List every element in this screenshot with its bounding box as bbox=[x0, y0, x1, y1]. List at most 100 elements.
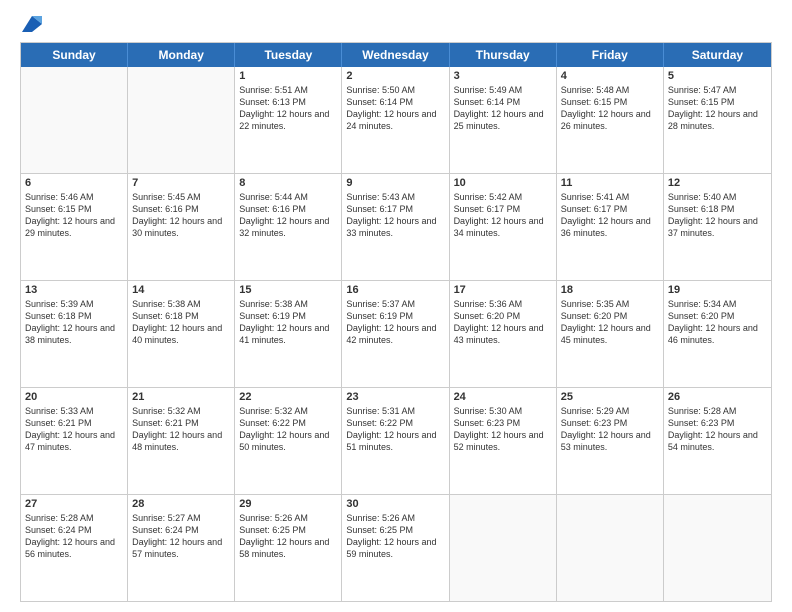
calendar: SundayMondayTuesdayWednesdayThursdayFrid… bbox=[20, 42, 772, 602]
day-number: 19 bbox=[668, 284, 767, 296]
calendar-header: SundayMondayTuesdayWednesdayThursdayFrid… bbox=[21, 43, 771, 67]
day-info: Sunrise: 5:34 AM Sunset: 6:20 PM Dayligh… bbox=[668, 298, 767, 347]
day-number: 13 bbox=[25, 284, 123, 296]
day-info: Sunrise: 5:31 AM Sunset: 6:22 PM Dayligh… bbox=[346, 405, 444, 454]
day-info: Sunrise: 5:33 AM Sunset: 6:21 PM Dayligh… bbox=[25, 405, 123, 454]
week-row-5: 27 Sunrise: 5:28 AM Sunset: 6:24 PM Dayli… bbox=[21, 494, 771, 601]
day-number: 2 bbox=[346, 70, 444, 82]
week-row-4: 20 Sunrise: 5:33 AM Sunset: 6:21 PM Dayli… bbox=[21, 387, 771, 494]
day-header-sunday: Sunday bbox=[21, 43, 128, 67]
day-info: Sunrise: 5:35 AM Sunset: 6:20 PM Dayligh… bbox=[561, 298, 659, 347]
day-number: 24 bbox=[454, 391, 552, 403]
day-cell-19: 19 Sunrise: 5:34 AM Sunset: 6:20 PM Dayli… bbox=[664, 281, 771, 387]
empty-cell bbox=[450, 495, 557, 601]
day-info: Sunrise: 5:46 AM Sunset: 6:15 PM Dayligh… bbox=[25, 191, 123, 240]
day-cell-16: 16 Sunrise: 5:37 AM Sunset: 6:19 PM Dayli… bbox=[342, 281, 449, 387]
day-cell-21: 21 Sunrise: 5:32 AM Sunset: 6:21 PM Dayli… bbox=[128, 388, 235, 494]
day-cell-2: 2 Sunrise: 5:50 AM Sunset: 6:14 PM Daylig… bbox=[342, 67, 449, 173]
day-header-saturday: Saturday bbox=[664, 43, 771, 67]
week-row-3: 13 Sunrise: 5:39 AM Sunset: 6:18 PM Dayli… bbox=[21, 280, 771, 387]
day-cell-4: 4 Sunrise: 5:48 AM Sunset: 6:15 PM Daylig… bbox=[557, 67, 664, 173]
day-cell-3: 3Sunrise: 5:49 AM Sunset: 6:14 PM Daylig… bbox=[450, 67, 557, 173]
day-cell-30: 30 Sunrise: 5:26 AM Sunset: 6:25 PM Dayli… bbox=[342, 495, 449, 601]
week-row-1: 1 Sunrise: 5:51 AM Sunset: 6:13 PM Daylig… bbox=[21, 67, 771, 173]
day-cell-25: 25Sunrise: 5:29 AM Sunset: 6:23 PM Dayli… bbox=[557, 388, 664, 494]
day-cell-26: 26Sunrise: 5:28 AM Sunset: 6:23 PM Dayli… bbox=[664, 388, 771, 494]
day-cell-29: 29 Sunrise: 5:26 AM Sunset: 6:25 PM Dayli… bbox=[235, 495, 342, 601]
day-number: 14 bbox=[132, 284, 230, 296]
day-number: 22 bbox=[239, 391, 337, 403]
day-number: 4 bbox=[561, 70, 659, 82]
day-cell-9: 9 Sunrise: 5:43 AM Sunset: 6:17 PM Daylig… bbox=[342, 174, 449, 280]
day-number: 1 bbox=[239, 70, 337, 82]
day-cell-12: 12 Sunrise: 5:40 AM Sunset: 6:18 PM Dayli… bbox=[664, 174, 771, 280]
day-number: 17 bbox=[454, 284, 552, 296]
day-info: Sunrise: 5:38 AM Sunset: 6:18 PM Dayligh… bbox=[132, 298, 230, 347]
day-number: 21 bbox=[132, 391, 230, 403]
day-number: 6 bbox=[25, 177, 123, 189]
day-info: Sunrise: 5:51 AM Sunset: 6:13 PM Dayligh… bbox=[239, 84, 337, 133]
day-number: 10 bbox=[454, 177, 552, 189]
day-info: Sunrise: 5:39 AM Sunset: 6:18 PM Dayligh… bbox=[25, 298, 123, 347]
day-number: 29 bbox=[239, 498, 337, 510]
empty-cell bbox=[557, 495, 664, 601]
day-number: 12 bbox=[668, 177, 767, 189]
day-info: Sunrise: 5:28 AM Sunset: 6:24 PM Dayligh… bbox=[25, 512, 123, 561]
header bbox=[20, 16, 772, 32]
day-info: Sunrise: 5:50 AM Sunset: 6:14 PM Dayligh… bbox=[346, 84, 444, 133]
day-info: Sunrise: 5:37 AM Sunset: 6:19 PM Dayligh… bbox=[346, 298, 444, 347]
day-info: Sunrise: 5:26 AM Sunset: 6:25 PM Dayligh… bbox=[346, 512, 444, 561]
day-number: 11 bbox=[561, 177, 659, 189]
day-info: Sunrise: 5:48 AM Sunset: 6:15 PM Dayligh… bbox=[561, 84, 659, 133]
day-cell-7: 7Sunrise: 5:45 AM Sunset: 6:16 PM Daylig… bbox=[128, 174, 235, 280]
day-info: Sunrise: 5:40 AM Sunset: 6:18 PM Dayligh… bbox=[668, 191, 767, 240]
day-number: 5 bbox=[668, 70, 767, 82]
day-cell-11: 11Sunrise: 5:41 AM Sunset: 6:17 PM Dayli… bbox=[557, 174, 664, 280]
day-cell-14: 14 Sunrise: 5:38 AM Sunset: 6:18 PM Dayli… bbox=[128, 281, 235, 387]
day-cell-8: 8 Sunrise: 5:44 AM Sunset: 6:16 PM Daylig… bbox=[235, 174, 342, 280]
day-cell-13: 13 Sunrise: 5:39 AM Sunset: 6:18 PM Dayli… bbox=[21, 281, 128, 387]
day-header-thursday: Thursday bbox=[450, 43, 557, 67]
day-cell-15: 15 Sunrise: 5:38 AM Sunset: 6:19 PM Dayli… bbox=[235, 281, 342, 387]
day-cell-17: 17 Sunrise: 5:36 AM Sunset: 6:20 PM Dayli… bbox=[450, 281, 557, 387]
day-info: Sunrise: 5:32 AM Sunset: 6:22 PM Dayligh… bbox=[239, 405, 337, 454]
calendar-body: 1 Sunrise: 5:51 AM Sunset: 6:13 PM Daylig… bbox=[21, 67, 771, 601]
day-cell-24: 24Sunrise: 5:30 AM Sunset: 6:23 PM Dayli… bbox=[450, 388, 557, 494]
day-number: 27 bbox=[25, 498, 123, 510]
day-cell-1: 1 Sunrise: 5:51 AM Sunset: 6:13 PM Daylig… bbox=[235, 67, 342, 173]
day-number: 20 bbox=[25, 391, 123, 403]
week-row-2: 6 Sunrise: 5:46 AM Sunset: 6:15 PM Daylig… bbox=[21, 173, 771, 280]
day-header-friday: Friday bbox=[557, 43, 664, 67]
day-info: Sunrise: 5:38 AM Sunset: 6:19 PM Dayligh… bbox=[239, 298, 337, 347]
day-info: Sunrise: 5:43 AM Sunset: 6:17 PM Dayligh… bbox=[346, 191, 444, 240]
day-number: 9 bbox=[346, 177, 444, 189]
day-info: Sunrise: 5:29 AM Sunset: 6:23 PM Dayligh… bbox=[561, 405, 659, 454]
day-info: Sunrise: 5:26 AM Sunset: 6:25 PM Dayligh… bbox=[239, 512, 337, 561]
day-number: 30 bbox=[346, 498, 444, 510]
empty-cell bbox=[21, 67, 128, 173]
day-info: Sunrise: 5:49 AM Sunset: 6:14 PM Dayligh… bbox=[454, 84, 552, 133]
empty-cell bbox=[664, 495, 771, 601]
logo-icon bbox=[22, 16, 42, 32]
day-number: 28 bbox=[132, 498, 230, 510]
logo bbox=[20, 16, 42, 32]
day-info: Sunrise: 5:36 AM Sunset: 6:20 PM Dayligh… bbox=[454, 298, 552, 347]
day-cell-20: 20 Sunrise: 5:33 AM Sunset: 6:21 PM Dayli… bbox=[21, 388, 128, 494]
day-number: 7 bbox=[132, 177, 230, 189]
day-cell-10: 10 Sunrise: 5:42 AM Sunset: 6:17 PM Dayli… bbox=[450, 174, 557, 280]
day-info: Sunrise: 5:42 AM Sunset: 6:17 PM Dayligh… bbox=[454, 191, 552, 240]
day-number: 23 bbox=[346, 391, 444, 403]
day-number: 16 bbox=[346, 284, 444, 296]
day-cell-6: 6 Sunrise: 5:46 AM Sunset: 6:15 PM Daylig… bbox=[21, 174, 128, 280]
day-info: Sunrise: 5:47 AM Sunset: 6:15 PM Dayligh… bbox=[668, 84, 767, 133]
day-cell-27: 27 Sunrise: 5:28 AM Sunset: 6:24 PM Dayli… bbox=[21, 495, 128, 601]
day-number: 8 bbox=[239, 177, 337, 189]
day-info: Sunrise: 5:32 AM Sunset: 6:21 PM Dayligh… bbox=[132, 405, 230, 454]
day-cell-22: 22 Sunrise: 5:32 AM Sunset: 6:22 PM Dayli… bbox=[235, 388, 342, 494]
day-info: Sunrise: 5:44 AM Sunset: 6:16 PM Dayligh… bbox=[239, 191, 337, 240]
day-cell-23: 23 Sunrise: 5:31 AM Sunset: 6:22 PM Dayli… bbox=[342, 388, 449, 494]
day-info: Sunrise: 5:28 AM Sunset: 6:23 PM Dayligh… bbox=[668, 405, 767, 454]
day-info: Sunrise: 5:27 AM Sunset: 6:24 PM Dayligh… bbox=[132, 512, 230, 561]
day-number: 15 bbox=[239, 284, 337, 296]
empty-cell bbox=[128, 67, 235, 173]
